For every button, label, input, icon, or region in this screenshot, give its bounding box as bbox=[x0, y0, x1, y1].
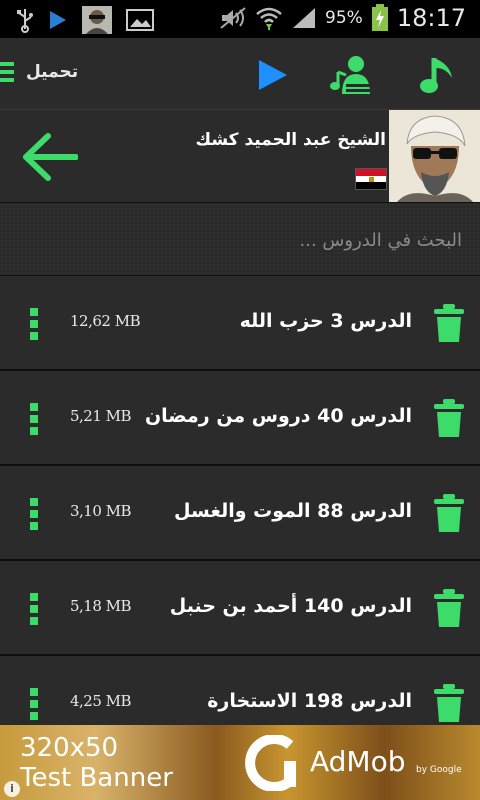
file-size: 5,18 MB bbox=[70, 597, 132, 615]
lesson-title: الدرس 140 أحمد بن حنبل bbox=[169, 595, 412, 617]
notification-avatar-icon bbox=[82, 6, 112, 34]
trash-icon[interactable] bbox=[434, 494, 464, 532]
top-toolbar: تحميل bbox=[0, 38, 480, 110]
file-size: 5,21 MB bbox=[70, 407, 132, 425]
play-icon[interactable] bbox=[257, 58, 289, 92]
lesson-title: الدرس 40 دروس من رمضان bbox=[144, 405, 412, 427]
play-store-icon bbox=[50, 11, 66, 29]
list-item[interactable]: 3,10 MB الدرس 88 الموت والغسل bbox=[0, 466, 480, 561]
sheikh-avatar[interactable] bbox=[389, 110, 480, 202]
lesson-search-input[interactable] bbox=[0, 203, 480, 277]
list-item[interactable]: 5,18 MB الدرس 140 أحمد بن حنبل bbox=[0, 561, 480, 656]
clock: 18:17 bbox=[396, 4, 466, 32]
sheikh-name: الشيخ عبد الحميد كشك bbox=[195, 130, 386, 150]
lesson-title: الدرس 198 الاستخارة bbox=[207, 690, 412, 712]
signal-icon bbox=[293, 8, 316, 28]
ad-size-label: 320x50 bbox=[20, 733, 119, 763]
trash-icon[interactable] bbox=[434, 684, 464, 722]
list-item[interactable]: 12,62 MB الدرس 3 حزب الله bbox=[0, 276, 480, 371]
lessons-list: 12,62 MB الدرس 3 حزب الله 5,21 MB الدرس … bbox=[0, 276, 480, 725]
status-bar: 95% 18:17 bbox=[0, 0, 480, 38]
artist-icon[interactable] bbox=[330, 54, 376, 96]
more-options-icon[interactable] bbox=[30, 688, 40, 722]
trash-icon[interactable] bbox=[434, 304, 464, 342]
music-note-icon[interactable] bbox=[420, 54, 456, 96]
trash-icon[interactable] bbox=[434, 589, 464, 627]
list-item[interactable]: 5,21 MB الدرس 40 دروس من رمضان bbox=[0, 371, 480, 466]
usb-icon bbox=[17, 9, 33, 33]
file-size: 3,10 MB bbox=[70, 502, 132, 520]
lesson-title: الدرس 3 حزب الله bbox=[239, 310, 412, 332]
more-options-icon[interactable] bbox=[30, 593, 40, 627]
back-arrow-icon[interactable] bbox=[20, 132, 78, 182]
list-item[interactable]: 4,25 MB الدرس 198 الاستخارة bbox=[0, 656, 480, 725]
ad-brand: AdMob bbox=[310, 745, 406, 778]
lesson-search-bar bbox=[0, 202, 480, 277]
egypt-flag-icon bbox=[355, 168, 387, 190]
gallery-icon bbox=[126, 9, 154, 31]
ad-test-label: Test Banner bbox=[20, 763, 173, 793]
mute-icon bbox=[220, 7, 246, 29]
trash-icon[interactable] bbox=[434, 399, 464, 437]
sheikh-profile-header: الشيخ عبد الحميد كشك bbox=[0, 110, 480, 202]
more-options-icon[interactable] bbox=[30, 498, 40, 532]
admob-logo-icon bbox=[245, 735, 296, 791]
battery-percent: 95% bbox=[325, 8, 363, 28]
more-options-icon[interactable] bbox=[30, 403, 40, 437]
file-size: 4,25 MB bbox=[70, 692, 132, 710]
wifi-icon bbox=[256, 7, 282, 30]
menu-icon[interactable] bbox=[0, 62, 14, 84]
lesson-title: الدرس 88 الموت والغسل bbox=[174, 500, 412, 522]
ad-by-google: by Google bbox=[416, 765, 462, 775]
file-size: 12,62 MB bbox=[70, 312, 141, 330]
download-menu-label[interactable]: تحميل bbox=[26, 62, 78, 82]
ad-banner-text: 320x50 Test Banner bbox=[20, 733, 173, 793]
more-options-icon[interactable] bbox=[30, 308, 40, 342]
battery-charging-icon bbox=[371, 4, 388, 31]
admob-test-banner[interactable]: 320x50 Test Banner AdMob by Google i bbox=[0, 725, 480, 800]
ad-info-icon[interactable]: i bbox=[4, 781, 20, 797]
